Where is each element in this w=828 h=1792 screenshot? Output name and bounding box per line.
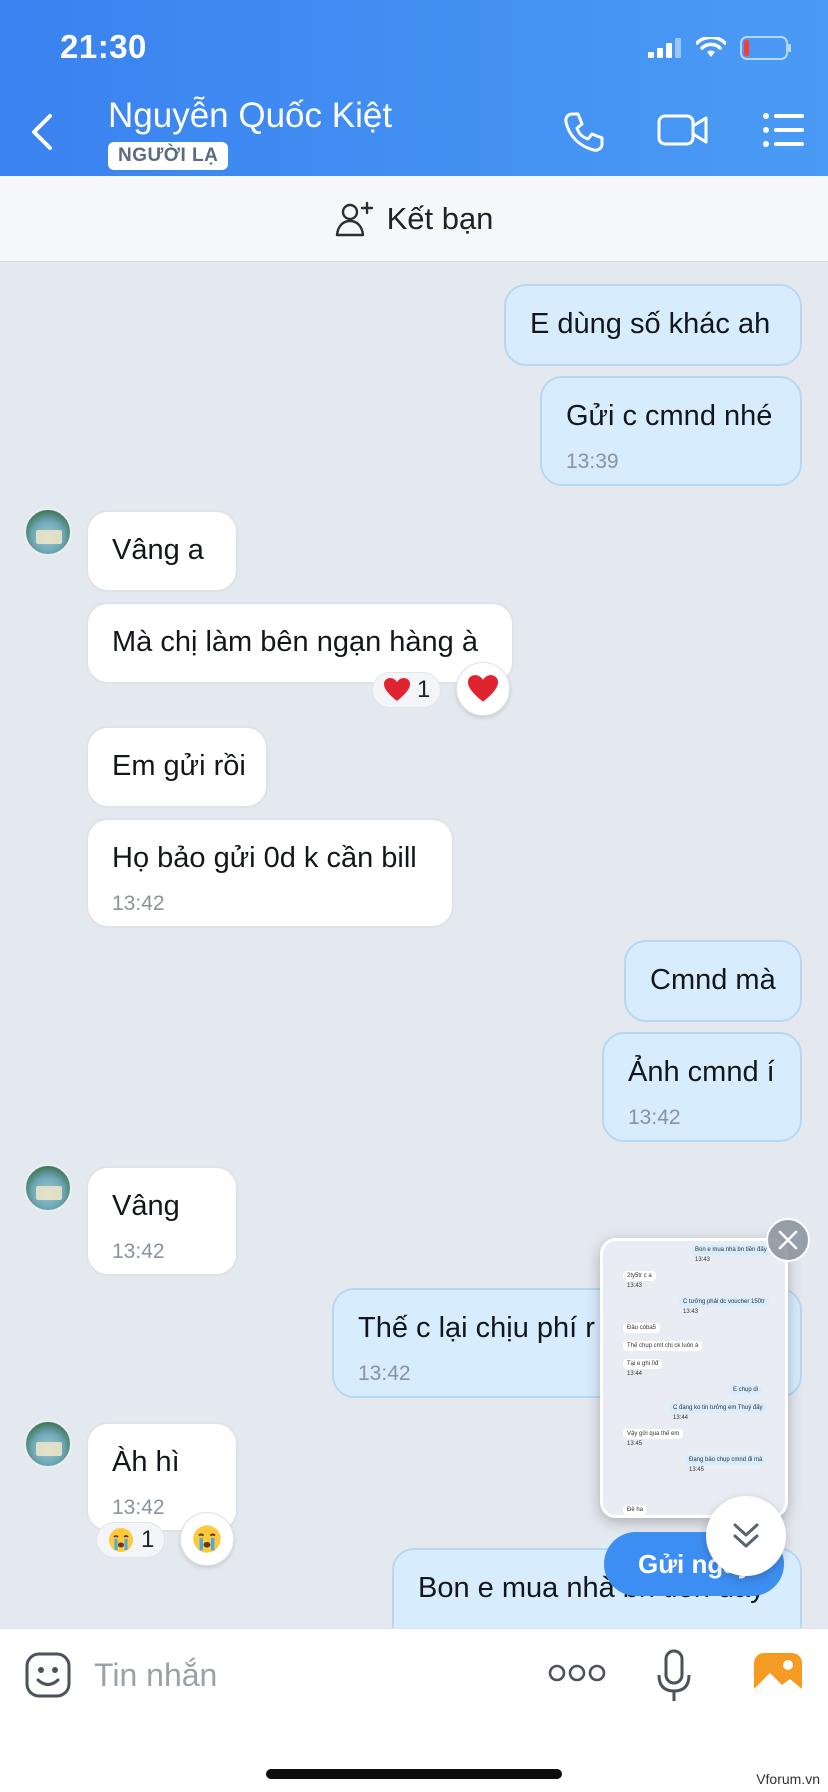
add-person-icon <box>335 201 373 236</box>
message-input[interactable]: Tin nhắn <box>94 1657 217 1694</box>
preview-line: 13:43 <box>683 1309 699 1315</box>
preview-line: E chụp di <box>729 1385 763 1395</box>
message-text: Mà chị làm bên ngạn hàng à <box>112 626 478 658</box>
preview-line: 13:44 <box>673 1415 689 1421</box>
crying-emoji-icon <box>193 1525 221 1553</box>
close-preview-button[interactable] <box>766 1218 810 1262</box>
back-button[interactable] <box>24 104 64 160</box>
double-chevron-down-icon <box>733 1523 759 1548</box>
preview-line: C tưởng phải dc voucher 150tr <box>679 1297 769 1307</box>
scroll-to-bottom-button[interactable] <box>706 1496 786 1576</box>
preview-line: Tại e ghi 0đ <box>623 1359 663 1369</box>
message-text: Em gửi rồi <box>112 750 246 782</box>
preview-line: 13:43 <box>627 1283 643 1289</box>
preview-line: C đang ko tin tưởng em Thuý đấy <box>669 1403 767 1413</box>
status-time: 21:30 <box>60 28 147 65</box>
video-call-button[interactable] <box>656 108 710 156</box>
home-indicator <box>266 1769 562 1779</box>
avatar[interactable] <box>24 508 72 556</box>
message-text: Vâng a <box>112 534 204 566</box>
message-time: 13:42 <box>112 1240 165 1263</box>
message-time: 13:42 <box>358 1362 411 1385</box>
wifi-icon <box>696 37 726 57</box>
stranger-badge: NGƯỜI LẠ <box>108 142 229 170</box>
image-gallery-icon <box>754 1653 802 1697</box>
message-text: Ảnh cmnd í <box>628 1056 775 1088</box>
more-button[interactable] <box>548 1661 610 1691</box>
back-icon <box>32 114 52 150</box>
sticker-button[interactable] <box>24 1651 72 1703</box>
screenshot-preview[interactable]: Bon e mua nhà bn tiền đấy 13:43 2ty5tr c… <box>600 1238 788 1518</box>
reaction-count: 1 <box>417 676 431 703</box>
status-icons <box>648 36 792 60</box>
heart-icon <box>468 675 498 702</box>
contact-name[interactable]: Nguyễn Quốc Kiệt <box>108 96 392 136</box>
preview-line: Đề ha <box>623 1505 648 1515</box>
watermark: Vforum.vn <box>752 1770 824 1788</box>
message-bubble[interactable]: Vâng a <box>86 510 238 592</box>
add-friend-label: Kết bạn <box>386 200 494 236</box>
message-time: 13:42 <box>112 892 165 915</box>
message-bubble[interactable]: Ảnh cmnd í 13:42 <box>602 1032 802 1142</box>
react-button[interactable] <box>180 1512 234 1566</box>
reaction-summary[interactable]: 1 <box>96 1522 166 1558</box>
add-friend-bar[interactable]: Kết bạn <box>0 176 828 262</box>
heart-icon <box>384 678 410 701</box>
react-button[interactable] <box>456 662 510 716</box>
preview-line: 13:44 <box>627 1371 643 1377</box>
preview-line: 13:45 <box>689 1467 705 1473</box>
message-input-bar: Tin nhắn <box>0 1628 828 1792</box>
preview-line: Thế chụp cmt chị ck luôn à <box>623 1341 703 1351</box>
preview-line: Đâu cóba5 <box>623 1323 661 1333</box>
voice-button[interactable] <box>654 1647 694 1705</box>
menu-list-icon <box>763 113 804 147</box>
avatar[interactable] <box>24 1164 72 1212</box>
avatar[interactable] <box>24 1420 72 1468</box>
call-button[interactable] <box>560 108 614 156</box>
message-bubble[interactable]: Mà chị làm bên ngạn hàng à <box>86 602 514 684</box>
message-bubble[interactable]: Gửi c cmnd nhé 13:39 <box>540 376 802 486</box>
preview-line: 2ty5tr c a <box>623 1271 656 1281</box>
battery-icon <box>740 36 791 60</box>
message-time: 13:42 <box>628 1106 681 1129</box>
preview-line: Bon e mua nhà bn tiền đấy <box>691 1245 771 1255</box>
message-text: Họ bảo gửi 0d k cần bill <box>112 842 417 874</box>
signal-icon <box>648 38 681 58</box>
message-bubble[interactable]: Vâng 13:42 <box>86 1166 238 1276</box>
phone-icon <box>564 112 604 152</box>
chat-header: 21:30 Nguyễn Quốc Kiệt NGƯỜI LẠ <box>0 0 828 176</box>
close-icon <box>778 1230 798 1250</box>
preview-line: 13:45 <box>627 1441 643 1447</box>
message-time: 13:39 <box>566 450 619 473</box>
more-dots-icon <box>548 1664 606 1682</box>
message-text: Cmnd mà <box>650 964 776 996</box>
message-text: E dùng số khác ah <box>530 308 771 340</box>
message-bubble[interactable]: Họ bảo gửi 0d k cần bill 13:42 <box>86 818 454 928</box>
sticker-icon <box>25 1652 71 1698</box>
options-menu-button[interactable] <box>760 108 814 156</box>
crying-emoji-icon <box>109 1528 133 1552</box>
message-text: Thế c lại chịu phí r <box>358 1312 595 1344</box>
message-text: Gửi c cmnd nhé <box>566 400 773 432</box>
gallery-button[interactable] <box>752 1649 804 1701</box>
message-bubble[interactable]: Cmnd mà <box>624 940 802 1022</box>
reaction-count: 1 <box>141 1526 155 1553</box>
reaction-summary[interactable]: 1 <box>372 672 442 708</box>
video-icon <box>657 114 708 146</box>
preview-line: Vậy gửi qua thế em <box>623 1429 684 1439</box>
microphone-icon <box>657 1649 691 1701</box>
preview-line: Đang bảo chụp cmnd đi mà <box>685 1455 767 1465</box>
message-bubble[interactable]: Em gửi rồi <box>86 726 268 808</box>
message-bubble[interactable]: E dùng số khác ah <box>504 284 802 366</box>
message-text: Àh hì <box>112 1446 180 1478</box>
message-text: Vâng <box>112 1190 180 1222</box>
preview-line: 13:43 <box>695 1257 711 1263</box>
message-time: 13:42 <box>112 1496 165 1519</box>
